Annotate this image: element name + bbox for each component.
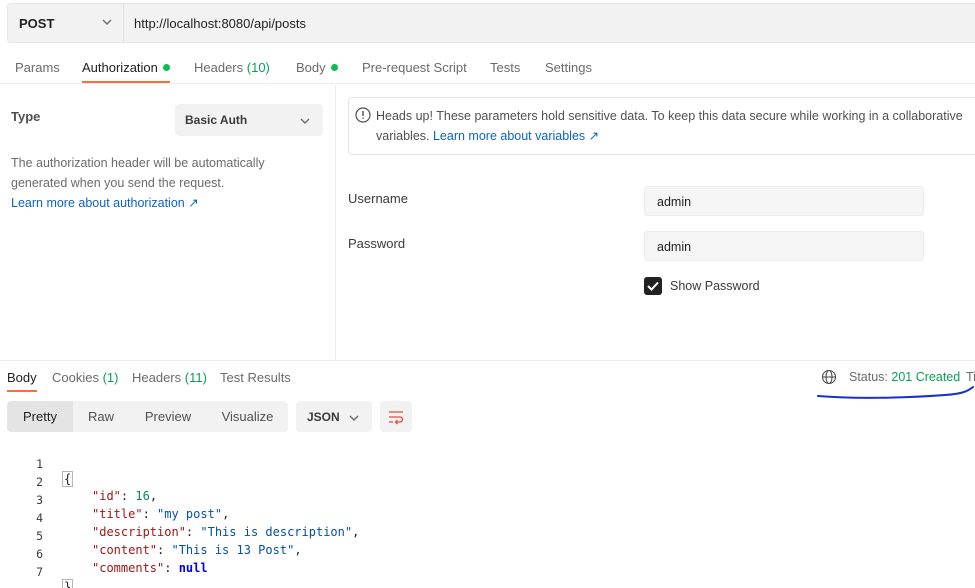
tab-label: Test Results <box>220 370 291 385</box>
tab-count: (11) <box>184 370 207 385</box>
auth-type-value: Basic Auth <box>185 113 248 127</box>
tab-pre-request-script[interactable]: Pre-request Script <box>362 60 467 75</box>
wrap-lines-button[interactable] <box>380 401 412 432</box>
type-label: Type <box>11 109 41 124</box>
active-tab-indicator <box>82 81 170 83</box>
active-response-tab-indicator <box>7 390 37 392</box>
response-tab-body[interactable]: Body <box>7 370 37 385</box>
response-time-truncated: Ti <box>966 370 975 384</box>
tab-label: Tests <box>490 60 521 75</box>
code-line: 5 "content": "This is 13 Post", <box>0 515 600 557</box>
show-password-label: Show Password <box>670 279 760 293</box>
tab-label: Body <box>296 60 326 75</box>
tab-authorization[interactable]: Authorization <box>82 60 170 75</box>
alert-line: Heads up! These parameters hold sensitiv… <box>376 109 963 123</box>
view-visualize-button[interactable]: Visualize <box>207 401 288 432</box>
method-label: POST <box>19 15 55 31</box>
password-label: Password <box>348 236 406 251</box>
auth-description-text: The authorization header will be automat… <box>11 156 265 190</box>
learn-more-variables-link[interactable]: Learn more about variables ↗ <box>433 129 599 143</box>
checkmark-icon <box>647 281 659 291</box>
tab-count: (1) <box>102 370 119 385</box>
response-tab-cookies[interactable]: Cookies (1) <box>52 370 118 385</box>
status-value: 201 Created <box>891 370 961 384</box>
code-line: 2 "id": 16, <box>0 461 600 503</box>
code-line: 3 "title": "my post", <box>0 479 600 521</box>
alert-text: Heads up! These parameters hold sensitiv… <box>376 106 975 146</box>
panel-divider <box>0 360 975 361</box>
method-select[interactable]: POST <box>8 4 124 42</box>
code-line: 7 } <box>0 551 600 588</box>
request-url-bar: POST http://localhost:8080/api/posts <box>7 3 975 43</box>
status-dot-icon <box>330 64 338 71</box>
auth-type-panel: Type Basic Auth The authorization header… <box>0 85 336 360</box>
tab-count: (10) <box>246 60 270 75</box>
tab-label: Headers <box>194 60 244 75</box>
tab-label: Cookies <box>52 370 99 385</box>
code-brace: } <box>62 579 74 588</box>
tab-label: Params <box>15 60 60 75</box>
format-value: JSON <box>307 410 340 424</box>
request-tabs: Params Authorization Headers (10) Body P… <box>0 50 975 84</box>
auth-type-select[interactable]: Basic Auth <box>175 104 323 136</box>
response-tab-headers[interactable]: Headers (11) <box>132 370 207 385</box>
alert-line: variables. <box>376 129 430 143</box>
annotation-scribble <box>817 386 974 399</box>
url-input[interactable]: http://localhost:8080/api/posts <box>134 16 306 31</box>
globe-icon[interactable] <box>821 369 837 385</box>
view-mode-toolbar: Pretty Raw Preview Visualize <box>7 401 288 432</box>
password-input[interactable]: admin <box>644 231 924 261</box>
info-icon <box>355 107 371 123</box>
view-raw-button[interactable]: Raw <box>73 401 129 432</box>
response-status[interactable]: Status: 201 Created <box>849 370 960 384</box>
username-label: Username <box>348 191 408 206</box>
status-label: Status: <box>849 370 888 384</box>
response-tab-test-results[interactable]: Test Results <box>220 370 291 385</box>
view-pretty-button[interactable]: Pretty <box>7 401 73 432</box>
line-number: 7 <box>36 565 43 579</box>
tab-body[interactable]: Body <box>296 60 338 75</box>
format-select[interactable]: JSON <box>296 401 372 432</box>
tab-label: Settings <box>545 60 592 75</box>
username-input[interactable]: admin <box>644 186 924 216</box>
tab-headers[interactable]: Headers (10) <box>194 60 270 75</box>
code-line: 6 "comments": null <box>0 533 600 575</box>
wrap-lines-icon <box>389 411 404 425</box>
show-password-checkbox[interactable] <box>644 277 662 295</box>
code-line: 4 "description": "This is description", <box>0 497 600 539</box>
learn-more-authorization-link[interactable]: Learn more about authorization ↗ <box>11 196 199 210</box>
chevron-down-icon <box>102 19 112 25</box>
chevron-down-icon <box>349 415 359 421</box>
view-preview-button[interactable]: Preview <box>129 401 207 432</box>
tab-params[interactable]: Params <box>15 60 60 75</box>
tab-settings[interactable]: Settings <box>545 60 592 75</box>
tab-label: Body <box>7 370 37 385</box>
auth-description: The authorization header will be automat… <box>11 153 311 213</box>
tab-label: Pre-request Script <box>362 60 467 75</box>
sensitive-data-alert: Heads up! These parameters hold sensitiv… <box>348 97 975 155</box>
status-dot-icon <box>162 64 170 71</box>
tab-label: Headers <box>132 370 182 385</box>
tab-tests[interactable]: Tests <box>490 60 520 75</box>
tab-label: Authorization <box>82 60 158 75</box>
code-line: 1 { <box>0 443 600 487</box>
chevron-down-icon <box>300 118 310 124</box>
